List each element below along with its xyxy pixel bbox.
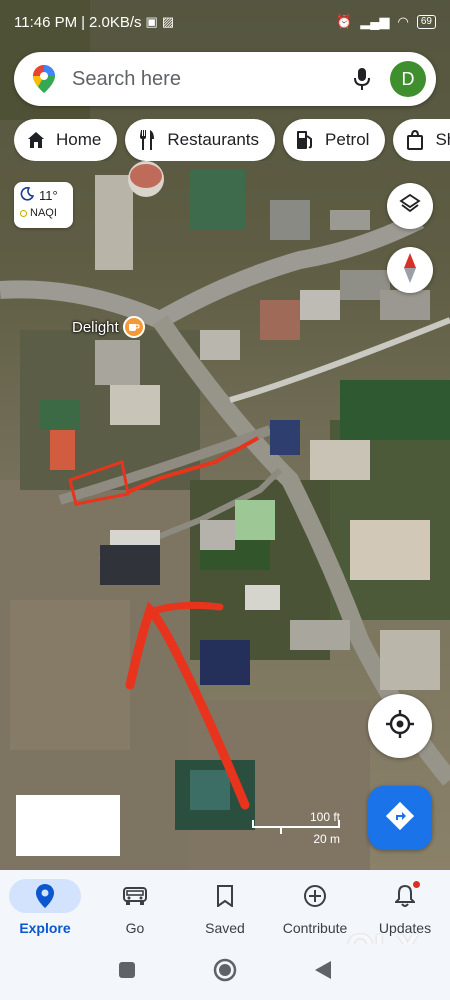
battery-indicator: 69 [416,15,436,29]
chip-label: Petrol [325,130,370,149]
plus-circle-icon [279,879,351,913]
status-bar: 11:46 PM | 2.0KB/s ▣ ▨ ⏰ ▂▄▆ ◠ 69 [0,0,450,44]
bell-icon [369,879,441,913]
temperature: 11° [39,188,58,203]
place-label: Delight [72,318,119,336]
nav-label: Saved [205,919,245,936]
nav-label: Contribute [282,919,348,936]
chip-restaurants[interactable]: Restaurants [125,119,276,161]
chip-label: Home [56,130,102,149]
avatar[interactable]: D [390,61,426,97]
chip-petrol[interactable]: Petrol [283,119,386,161]
aqi-indicator-icon [20,209,27,217]
bookmark-icon [189,879,261,913]
chip-label: Sho [435,130,450,149]
scale-bar [252,820,340,828]
nav-explore[interactable]: Explore [0,870,90,944]
microphone-icon[interactable] [348,65,376,93]
scale-metric: 20 m [313,832,340,846]
chip-shopping[interactable]: Sho [393,119,450,161]
home-button[interactable] [213,958,237,987]
recents-button[interactable] [118,961,136,984]
fuel-pump-icon [295,130,315,150]
scale-tick [280,826,282,834]
car-icon [99,879,171,913]
alarm-icon: ⏰ [336,14,353,29]
map-scale: 100 ft 20 m [250,810,342,850]
layers-icon [399,193,421,220]
status-time: 11:46 PM [14,13,78,31]
back-button[interactable] [314,960,332,985]
directions-button[interactable] [368,786,432,850]
nav-label: Explore [19,919,71,936]
signal-icon: ▂▄▆ [360,14,390,29]
network-speed: 2.0KB/s [89,13,142,31]
nav-go[interactable]: Go [90,870,180,944]
weather-badge[interactable]: 11° NAQI [14,182,73,228]
search-bar[interactable]: Search here D [14,52,436,106]
wifi-icon: ◠ [397,14,409,29]
image-notification-icon: ▨ [161,14,175,29]
home-icon [26,130,46,150]
status-separator: | [81,13,85,31]
nav-label: Go [125,919,145,936]
fork-knife-icon [137,130,157,150]
chip-home[interactable]: Home [14,119,118,161]
cafe-icon [122,316,145,338]
place-marker[interactable]: Delight [72,316,145,338]
notification-dot [413,881,420,888]
nav-saved[interactable]: Saved [180,870,270,944]
compass-icon [403,252,417,288]
location-pin-icon [9,878,81,913]
shopping-bag-icon [405,130,425,150]
notification-icon: ▣ [145,14,158,29]
streetview-thumbnail[interactable] [16,795,120,856]
search-input[interactable]: Search here [72,68,348,91]
system-navigation-bar [0,944,450,1000]
layers-button[interactable] [387,183,433,229]
directions-arrow-icon [385,801,415,835]
compass-button[interactable] [387,247,433,293]
my-location-button[interactable] [368,694,432,758]
scale-imperial: 100 ft [309,810,340,824]
moon-icon [20,187,35,204]
category-chips: Home Restaurants Petrol Sho [14,119,450,161]
google-maps-logo-icon [30,65,58,93]
crosshair-icon [385,709,415,744]
chip-label: Restaurants [167,130,260,149]
aqi-label: NAQI [30,207,57,219]
